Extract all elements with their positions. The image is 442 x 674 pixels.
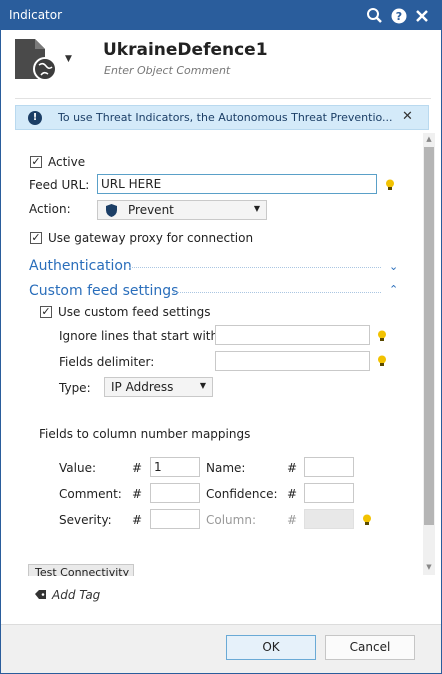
severity-column-input[interactable] — [150, 509, 200, 529]
scroll-down-icon[interactable]: ▼ — [423, 563, 435, 571]
chevron-down-icon: ▼ — [253, 204, 260, 213]
section-divider — [173, 292, 381, 293]
close-icon[interactable] — [412, 6, 432, 26]
fields-delimiter-input[interactable] — [215, 351, 370, 371]
action-label: Action: — [29, 202, 71, 216]
use-custom-feed-checkbox[interactable]: ✓ — [40, 306, 52, 318]
tag-icon[interactable] — [35, 590, 47, 600]
proxy-label: Use gateway proxy for connection — [48, 231, 254, 245]
vertical-scrollbar[interactable]: ▲ ▼ — [423, 133, 435, 575]
column-column-input — [304, 509, 354, 529]
object-comment-field[interactable]: Enter Object Comment — [104, 64, 230, 77]
custom-feed-header[interactable]: Custom feed settings — [29, 283, 178, 299]
type-label: Type: — [59, 381, 91, 395]
help-icon[interactable]: ? — [389, 6, 409, 26]
name-label: Name: — [206, 461, 246, 475]
cancel-button[interactable]: Cancel — [325, 635, 415, 660]
scrollbar-thumb[interactable] — [424, 147, 434, 525]
lightbulb-icon[interactable] — [377, 330, 387, 342]
name-column-input[interactable] — [304, 457, 354, 477]
lightbulb-icon[interactable] — [362, 514, 372, 526]
shield-icon — [106, 204, 117, 217]
value-column-input[interactable]: 1 — [150, 457, 200, 477]
hash-symbol: # — [287, 461, 298, 475]
type-value: IP Address — [111, 380, 174, 394]
confidence-column-input[interactable] — [304, 483, 354, 503]
object-type-icon[interactable] — [13, 37, 59, 83]
chevron-down-icon: ▼ — [199, 381, 206, 390]
ignore-lines-input[interactable] — [215, 325, 370, 345]
lightbulb-icon[interactable] — [385, 179, 395, 191]
column-label: Column: — [206, 513, 256, 527]
comment-label: Comment: — [59, 487, 122, 501]
comment-column-input[interactable] — [150, 483, 200, 503]
banner-text: To use Threat Indicators, the Autonomous… — [58, 111, 393, 124]
search-icon[interactable] — [365, 6, 385, 26]
ignore-lines-label: Ignore lines that start with: — [59, 329, 223, 343]
ok-button[interactable]: OK — [226, 635, 316, 660]
hash-symbol: # — [287, 513, 298, 527]
scroll-up-icon[interactable]: ▲ — [423, 135, 435, 143]
feed-url-label: Feed URL: — [29, 178, 90, 192]
fields-delimiter-label: Fields delimiter: — [59, 355, 155, 369]
info-banner: ! To use Threat Indicators, the Autonomo… — [15, 105, 429, 130]
test-connectivity-button[interactable]: Test Connectivity — [28, 564, 134, 576]
dialog-footer: OK Cancel — [1, 624, 441, 673]
feed-url-input[interactable]: URL HERE — [97, 174, 377, 194]
chevron-down-icon[interactable]: ⌄ — [389, 260, 398, 273]
severity-label: Severity: — [59, 513, 112, 527]
hash-symbol: # — [287, 487, 298, 501]
action-select[interactable]: Prevent ▼ — [97, 200, 267, 220]
object-name[interactable]: UkraineDefence1 — [103, 40, 268, 60]
hash-symbol: # — [132, 461, 143, 475]
object-type-dropdown-icon[interactable]: ▼ — [65, 54, 72, 64]
hash-symbol: # — [132, 487, 143, 501]
active-checkbox[interactable]: ✓ — [30, 156, 42, 168]
active-label: Active — [48, 155, 86, 169]
type-select[interactable]: IP Address ▼ — [104, 377, 213, 397]
info-icon: ! — [28, 111, 42, 125]
chevron-up-icon[interactable]: ⌃ — [389, 283, 398, 296]
lightbulb-icon[interactable] — [377, 355, 387, 367]
svg-text:?: ? — [396, 10, 402, 23]
banner-close-icon[interactable]: ✕ — [402, 109, 413, 124]
proxy-checkbox[interactable]: ✓ — [30, 232, 42, 244]
confidence-label: Confidence: — [206, 487, 278, 501]
action-value: Prevent — [128, 203, 174, 217]
header-divider — [15, 98, 431, 99]
value-label: Value: — [59, 461, 96, 475]
section-divider — [129, 267, 381, 268]
mappings-title: Fields to column number mappings — [39, 427, 251, 441]
use-custom-feed-label: Use custom feed settings — [58, 305, 211, 319]
window-title: Indicator — [9, 8, 63, 22]
title-bar: Indicator ? — [1, 1, 441, 30]
hash-symbol: # — [132, 513, 143, 527]
indicator-dialog: Indicator ? ▼ UkraineDefence1 Enter Obje… — [0, 0, 442, 674]
add-tag-link[interactable]: Add Tag — [52, 588, 100, 602]
authentication-header[interactable]: Authentication — [29, 258, 132, 274]
